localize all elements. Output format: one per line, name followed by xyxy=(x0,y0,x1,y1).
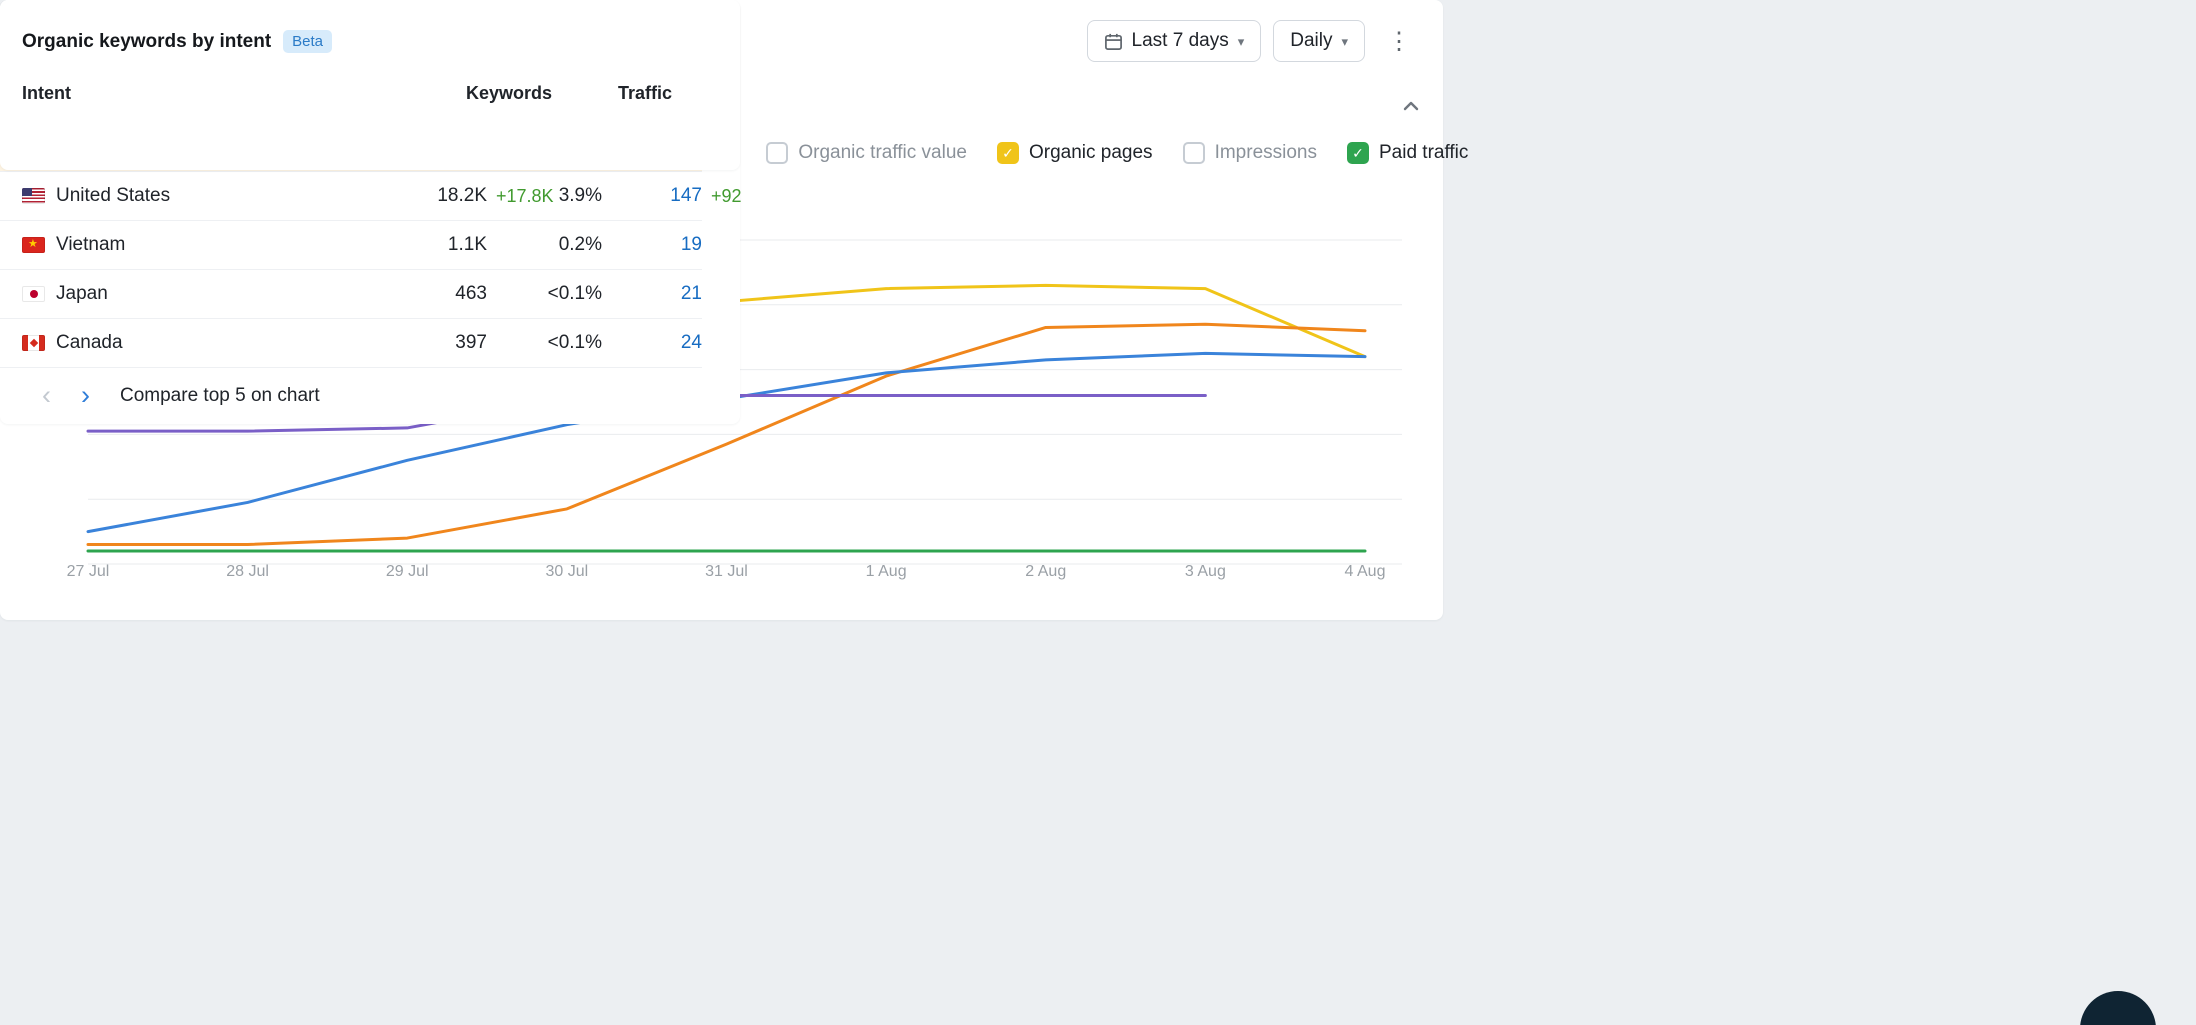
metric-checkbox-organic-pages[interactable]: ✓ Organic pages xyxy=(997,142,1153,164)
keywords-value[interactable]: 19 xyxy=(681,234,702,255)
metric-checkbox-organic-traffic-value[interactable]: Organic traffic value xyxy=(766,142,967,164)
pager-prev-icon[interactable]: ‹ xyxy=(42,382,51,409)
svg-text:29 Jul: 29 Jul xyxy=(386,563,429,580)
traffic-value: 397 xyxy=(455,332,487,353)
japan-flag-icon xyxy=(22,286,45,302)
date-range-label: Last 7 days xyxy=(1132,30,1229,52)
keywords-delta: +92 xyxy=(711,186,742,207)
metric-checkbox-impressions[interactable]: Impressions xyxy=(1183,142,1317,164)
keywords-by-intent-title: Organic keywords by intent xyxy=(22,31,271,53)
location-row-united-states[interactable]: United States 18.2K+17.8K 3.9% 147+92 xyxy=(0,172,702,221)
traffic-cell: 18.2K+17.8K xyxy=(357,185,487,207)
toolbar-right-group: Last 7 days ▾ Daily ▾ ⋮ xyxy=(1087,20,1421,62)
keywords-by-intent-header: Organic keywords by intent Beta xyxy=(22,30,718,53)
country-cell: Canada xyxy=(22,332,357,354)
keywords-value[interactable]: 24 xyxy=(681,332,702,353)
traffic-value: 18.2K xyxy=(437,185,487,206)
svg-text:27 Jul: 27 Jul xyxy=(67,563,110,580)
date-range-dropdown[interactable]: Last 7 days ▾ xyxy=(1087,20,1262,62)
overview-page: AI citationsi AI Overview 1 +1 Pages1+1 … xyxy=(0,0,2196,1025)
share-cell: <0.1% xyxy=(487,283,602,305)
chat-widget-button[interactable] xyxy=(2080,991,2156,1025)
svg-text:28 Jul: 28 Jul xyxy=(226,563,269,580)
canada-flag-icon xyxy=(22,335,45,351)
metric-checkbox-paid-traffic[interactable]: ✓ Paid traffic xyxy=(1347,142,1468,164)
svg-text:31 Jul: 31 Jul xyxy=(705,563,748,580)
traffic-value: 1.1K xyxy=(448,234,487,255)
country-name: Canada xyxy=(56,332,123,354)
traffic-value: 463 xyxy=(455,283,487,304)
location-row-canada[interactable]: Canada 397 <0.1% 24 xyxy=(0,319,702,368)
share-cell: <0.1% xyxy=(487,332,602,354)
united-states-flag-icon xyxy=(22,188,45,204)
keywords-value[interactable]: 147 xyxy=(670,185,702,206)
vietnam-flag-icon xyxy=(22,237,45,253)
country-cell: Japan xyxy=(22,283,357,305)
share-cell: 0.2% xyxy=(487,234,602,256)
traffic-cell: 1.1K xyxy=(357,234,487,256)
column-keywords[interactable]: Keywords xyxy=(402,83,552,104)
keywords-cell[interactable]: 147+92 xyxy=(602,185,702,207)
intent-table-header: Intent Keywords Traffic xyxy=(22,83,672,104)
traffic-cell: 397 xyxy=(357,332,487,354)
metric-label: Organic pages xyxy=(1029,142,1153,164)
metric-label: Paid traffic xyxy=(1379,142,1468,164)
svg-text:1 Aug: 1 Aug xyxy=(866,563,907,580)
granularity-label: Daily xyxy=(1290,30,1332,52)
country-cell: Vietnam xyxy=(22,234,357,256)
calendar-icon xyxy=(1104,32,1123,51)
metric-label: Organic traffic value xyxy=(798,142,967,164)
beta-badge: Beta xyxy=(283,30,332,53)
granularity-dropdown[interactable]: Daily ▾ xyxy=(1273,20,1365,62)
share-value: 0.2% xyxy=(559,234,602,255)
keywords-cell[interactable]: 24 xyxy=(602,332,702,354)
keywords-value[interactable]: 21 xyxy=(681,283,702,304)
chevron-down-icon: ▾ xyxy=(1341,34,1348,50)
kebab-menu-icon[interactable]: ⋮ xyxy=(1377,27,1421,56)
location-row-japan[interactable]: Japan 463 <0.1% 21 xyxy=(0,270,702,319)
country-name: Japan xyxy=(56,283,108,305)
column-traffic[interactable]: Traffic xyxy=(552,83,672,104)
collapse-chevron-icon[interactable] xyxy=(1401,96,1421,116)
svg-text:3 Aug: 3 Aug xyxy=(1185,563,1226,580)
keywords-cell[interactable]: 19 xyxy=(602,234,702,256)
compare-top5-link[interactable]: Compare top 5 on chart xyxy=(120,385,320,407)
keywords-cell[interactable]: 21 xyxy=(602,283,702,305)
location-row-vietnam[interactable]: Vietnam 1.1K 0.2% 19 xyxy=(0,221,702,270)
country-name: Vietnam xyxy=(56,234,125,256)
pager-next-icon[interactable]: › xyxy=(81,382,90,409)
metric-label: Impressions xyxy=(1215,142,1317,164)
svg-text:30 Jul: 30 Jul xyxy=(546,563,589,580)
share-value: <0.1% xyxy=(548,332,602,353)
checkbox-icon xyxy=(766,142,788,164)
share-cell: 3.9% xyxy=(487,185,602,207)
location-pager: ‹ › Compare top 5 on chart xyxy=(0,382,740,409)
share-value: 3.9% xyxy=(559,185,602,206)
checkbox-icon xyxy=(1183,142,1205,164)
checkbox-icon: ✓ xyxy=(997,142,1019,164)
svg-text:2 Aug: 2 Aug xyxy=(1025,563,1066,580)
column-intent[interactable]: Intent xyxy=(22,83,402,104)
share-value: <0.1% xyxy=(548,283,602,304)
country-name: United States xyxy=(56,185,170,207)
checkbox-icon: ✓ xyxy=(1347,142,1369,164)
keywords-by-intent-card: Organic keywords by intent Beta Intent K… xyxy=(0,0,740,170)
country-cell: United States xyxy=(22,185,357,207)
traffic-cell: 463 xyxy=(357,283,487,305)
chevron-down-icon: ▾ xyxy=(1238,34,1245,50)
svg-text:4 Aug: 4 Aug xyxy=(1345,563,1386,580)
